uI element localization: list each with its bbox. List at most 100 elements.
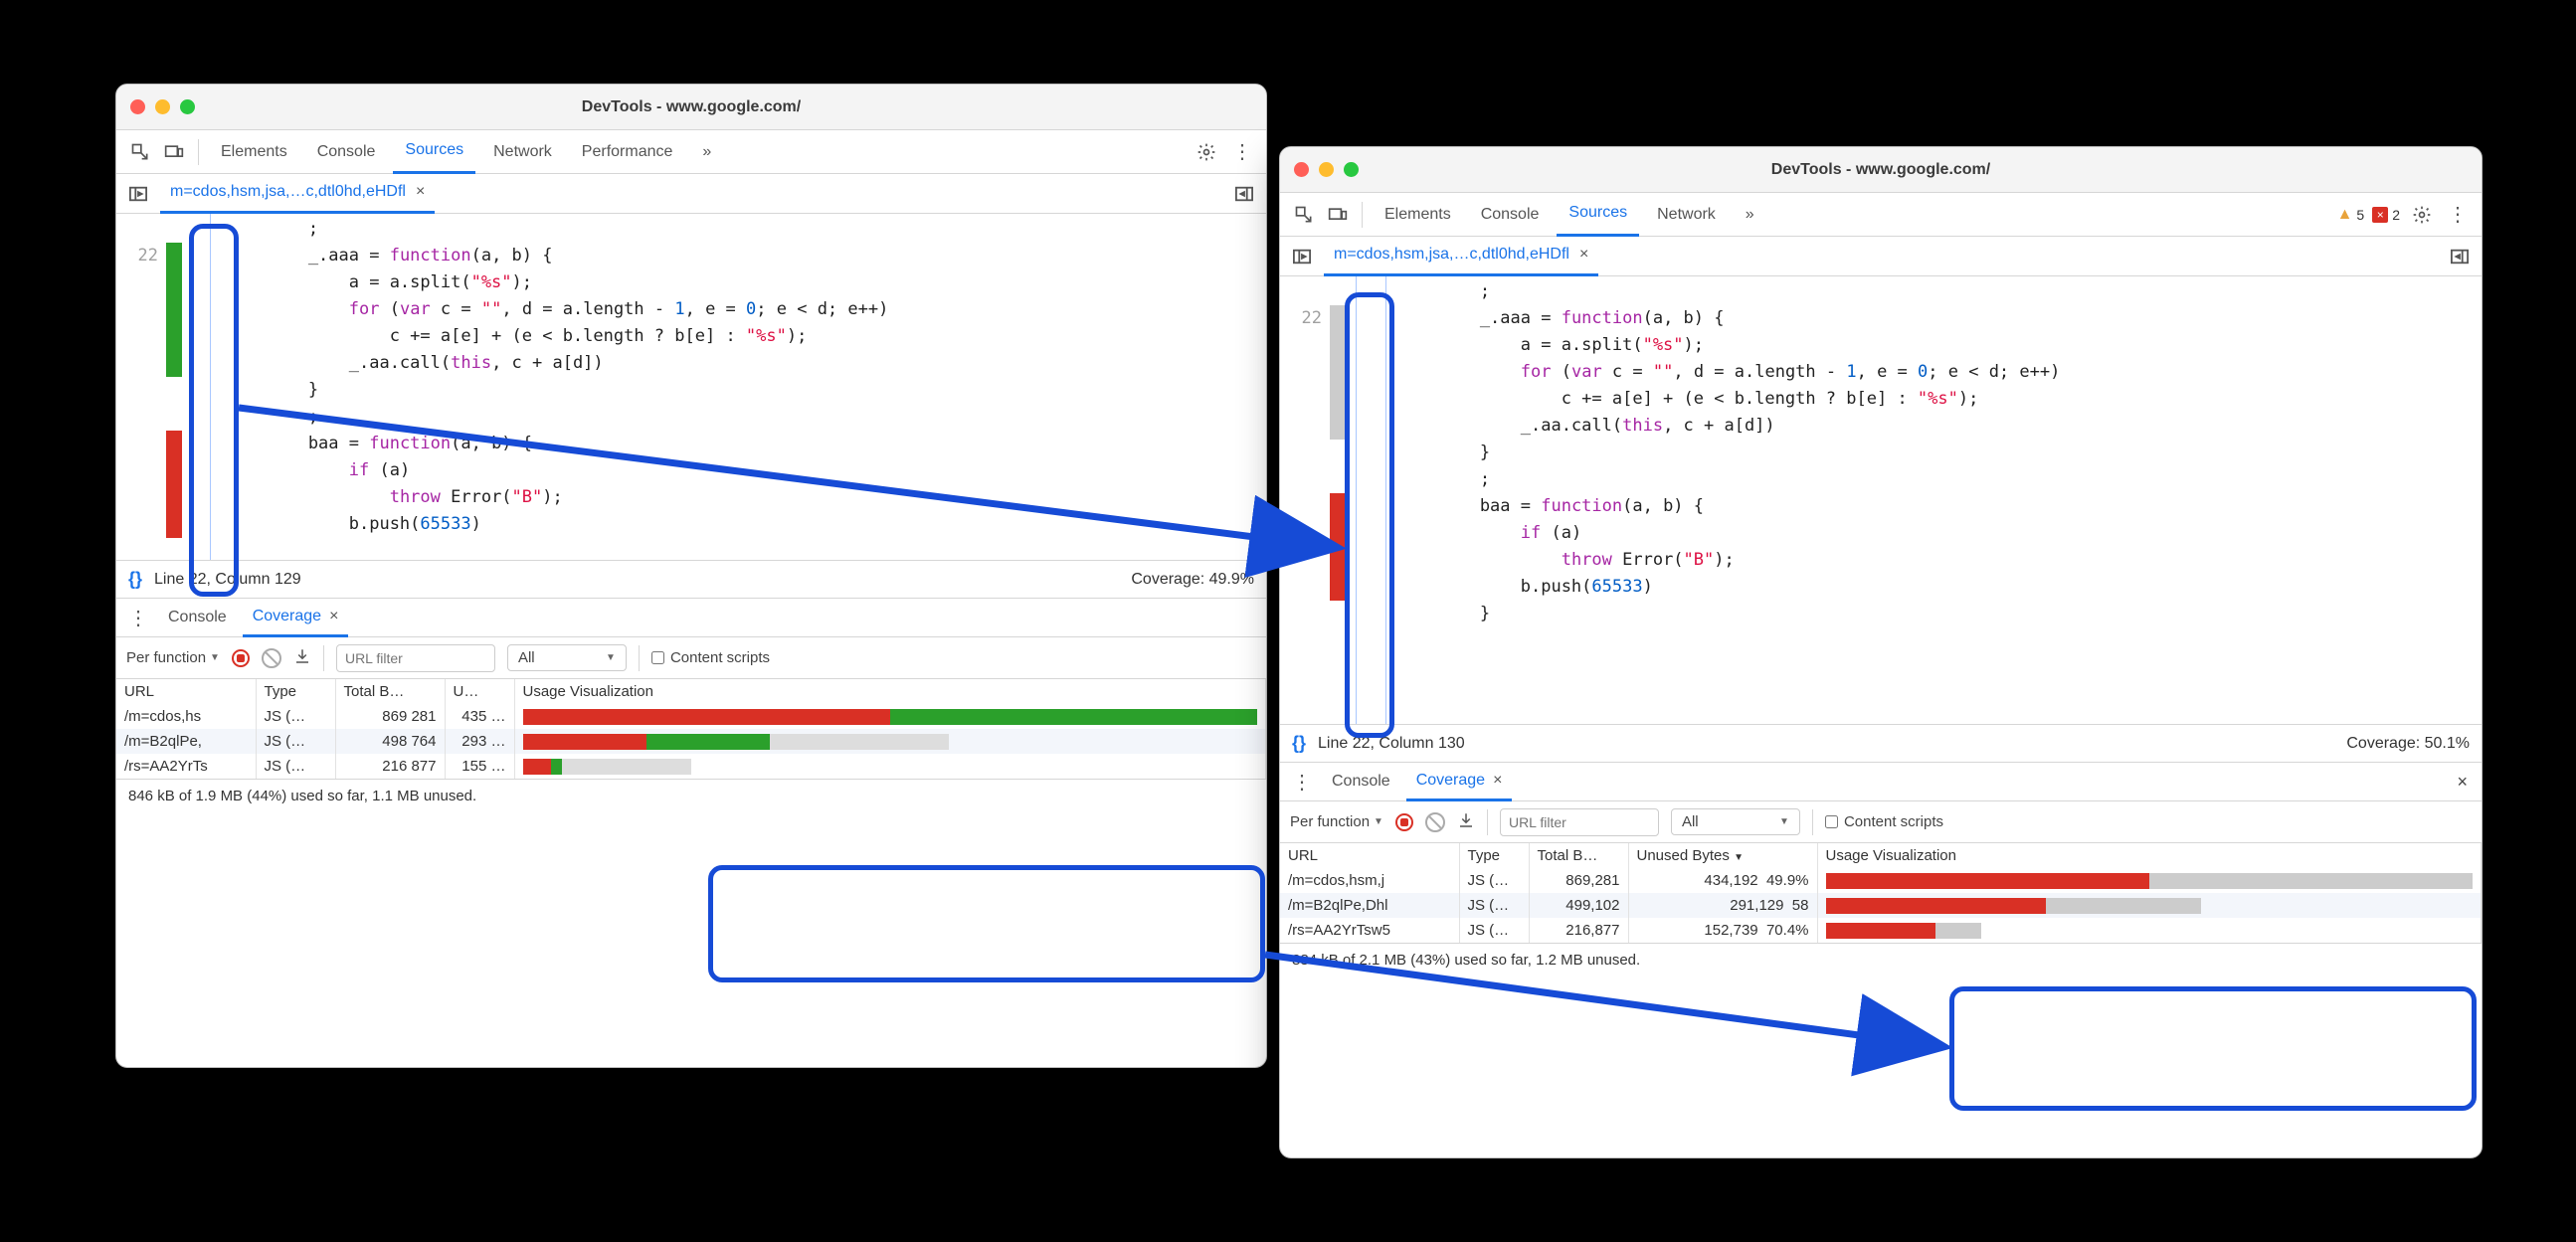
toggle-navigator-icon[interactable]: [1288, 243, 1316, 270]
clear-icon[interactable]: [262, 648, 281, 668]
toggle-navigator-icon[interactable]: [124, 180, 152, 208]
coverage-mode-select[interactable]: Per function▼: [126, 649, 220, 666]
traffic-lights: [1294, 162, 1359, 177]
tab-console[interactable]: Console: [1469, 193, 1552, 237]
main-panel-tabs: Elements Console Sources Network » ▲5 ×2…: [1280, 193, 2482, 237]
table-header[interactable]: Usage Visualization: [1817, 843, 2482, 868]
drawer-more-icon[interactable]: ⋮: [124, 604, 152, 631]
table-header[interactable]: Usage Visualization: [514, 679, 1266, 704]
pretty-print-icon[interactable]: {}: [128, 569, 142, 590]
close-window-icon[interactable]: [1294, 162, 1309, 177]
maximize-window-icon[interactable]: [1344, 162, 1359, 177]
traffic-lights: [130, 99, 195, 114]
table-row[interactable]: /m=cdos,hsJS (…869 281435 …: [116, 704, 1266, 729]
drawer-tab-close-icon[interactable]: ×: [329, 608, 338, 625]
url-filter-input[interactable]: [336, 644, 495, 672]
type-filter-select[interactable]: All▼: [1671, 808, 1800, 835]
line-gutter: 22: [116, 214, 166, 560]
content-scripts-checkbox[interactable]: Content scripts: [1825, 813, 1943, 830]
tabs-overflow[interactable]: »: [1734, 193, 1766, 237]
table-row[interactable]: /m=cdos,hsm,jJS (…869,281434,192 49.9%: [1280, 868, 2482, 893]
table-header[interactable]: URL: [1280, 843, 1459, 868]
record-icon[interactable]: [1395, 813, 1413, 831]
coverage-table[interactable]: URLTypeTotal B…U…Usage Visualization /m=…: [116, 679, 1266, 779]
line-gutter: 22: [1280, 276, 1330, 724]
code-lines: ; _.aaa = function(a, b) { a = a.split("…: [182, 214, 1266, 540]
export-icon[interactable]: [293, 647, 311, 669]
drawer-tab-close-icon[interactable]: ×: [1493, 772, 1502, 790]
table-header[interactable]: Type: [256, 679, 335, 704]
tab-sources[interactable]: Sources: [1557, 193, 1639, 237]
code-editor[interactable]: 22 ; _.aaa = function(a, b) { a = a.spli…: [1280, 276, 2482, 724]
clear-icon[interactable]: [1425, 812, 1445, 832]
warning-badge[interactable]: ▲5: [2337, 206, 2365, 224]
table-header-row: URLTypeTotal B…Unused Bytes ▼Usage Visua…: [1280, 843, 2482, 868]
file-tab-close-icon[interactable]: ×: [416, 183, 425, 201]
tab-console[interactable]: Console: [305, 130, 388, 174]
file-tab-row: m=cdos,hsm,jsa,…c,dtl0hd,eHDfl ×: [116, 174, 1266, 214]
status-bar: {} Line 22, Column 130 Coverage: 50.1%: [1280, 724, 2482, 762]
tab-elements[interactable]: Elements: [1373, 193, 1463, 237]
coverage-table[interactable]: URLTypeTotal B…Unused Bytes ▼Usage Visua…: [1280, 843, 2482, 943]
device-icon[interactable]: [1324, 201, 1352, 229]
maximize-window-icon[interactable]: [180, 99, 195, 114]
code-editor[interactable]: 22 ; _.aaa = function(a, b) { a = a.spli…: [116, 214, 1266, 560]
main-panel-tabs: Elements Console Sources Network Perform…: [116, 130, 1266, 174]
tab-sources[interactable]: Sources: [393, 130, 475, 174]
table-row[interactable]: /rs=AA2YrTsw5JS (…216,877152,739 70.4%: [1280, 918, 2482, 943]
window-title: DevTools - www.google.com/: [116, 98, 1266, 116]
tab-performance[interactable]: Performance: [570, 130, 685, 174]
table-header[interactable]: U…: [445, 679, 514, 704]
status-bar: {} Line 22, Column 129 Coverage: 49.9%: [116, 560, 1266, 598]
coverage-mode-select[interactable]: Per function▼: [1290, 813, 1383, 830]
table-header[interactable]: Unused Bytes ▼: [1628, 843, 1817, 868]
export-icon[interactable]: [1457, 811, 1475, 833]
settings-icon[interactable]: [2408, 201, 2436, 229]
file-tab-close-icon[interactable]: ×: [1579, 246, 1588, 264]
tab-elements[interactable]: Elements: [209, 130, 299, 174]
cursor-position: Line 22, Column 130: [1318, 735, 1465, 753]
content-scripts-checkbox[interactable]: Content scripts: [651, 649, 770, 666]
settings-icon[interactable]: [1193, 138, 1220, 166]
table-row[interactable]: /m=B2qlPe,JS (…498 764293 …: [116, 729, 1266, 754]
drawer-tab-console[interactable]: Console: [1322, 762, 1400, 801]
drawer-tab-coverage[interactable]: Coverage ×: [1406, 762, 1513, 801]
tab-network[interactable]: Network: [481, 130, 564, 174]
toggle-debugger-icon[interactable]: [2446, 243, 2474, 270]
inspect-icon[interactable]: [126, 138, 154, 166]
close-window-icon[interactable]: [130, 99, 145, 114]
type-filter-select[interactable]: All▼: [507, 644, 627, 671]
inspect-icon[interactable]: [1290, 201, 1318, 229]
more-icon[interactable]: ⋮: [1228, 138, 1256, 166]
table-row[interactable]: /m=B2qlPe,DhlJS (…499,102291,129 58: [1280, 893, 2482, 918]
coverage-toolbar: Per function▼ All▼ Content scripts: [1280, 801, 2482, 843]
tabs-overflow[interactable]: »: [690, 130, 723, 174]
titlebar: DevTools - www.google.com/: [116, 85, 1266, 130]
file-tab[interactable]: m=cdos,hsm,jsa,…c,dtl0hd,eHDfl ×: [160, 174, 435, 214]
pretty-print-icon[interactable]: {}: [1292, 733, 1306, 754]
coverage-percent: Coverage: 50.1%: [2346, 735, 2470, 753]
minimize-window-icon[interactable]: [1319, 162, 1334, 177]
table-header[interactable]: Total B…: [1529, 843, 1628, 868]
record-icon[interactable]: [232, 649, 250, 667]
error-badge[interactable]: ×2: [2372, 207, 2400, 223]
table-header[interactable]: URL: [116, 679, 256, 704]
toggle-debugger-icon[interactable]: [1230, 180, 1258, 208]
drawer-more-icon[interactable]: ⋮: [1288, 768, 1316, 796]
table-row[interactable]: /rs=AA2YrTsJS (…216 877155 …: [116, 754, 1266, 779]
coverage-gutter: [1330, 276, 1346, 724]
url-filter-input[interactable]: [1500, 808, 1659, 836]
drawer-tab-coverage[interactable]: Coverage ×: [243, 598, 349, 637]
drawer-tab-console[interactable]: Console: [158, 598, 237, 637]
coverage-toolbar: Per function▼ All▼ Content scripts: [116, 637, 1266, 679]
file-tab-label: m=cdos,hsm,jsa,…c,dtl0hd,eHDfl: [1334, 246, 1569, 264]
drawer-close-icon[interactable]: ×: [2451, 772, 2474, 793]
device-icon[interactable]: [160, 138, 188, 166]
table-header[interactable]: Total B…: [335, 679, 445, 704]
tab-network[interactable]: Network: [1645, 193, 1728, 237]
minimize-window-icon[interactable]: [155, 99, 170, 114]
file-tab[interactable]: m=cdos,hsm,jsa,…c,dtl0hd,eHDfl ×: [1324, 237, 1598, 276]
table-header[interactable]: Type: [1459, 843, 1529, 868]
more-icon[interactable]: ⋮: [2444, 201, 2472, 229]
window-title: DevTools - www.google.com/: [1280, 161, 2482, 179]
